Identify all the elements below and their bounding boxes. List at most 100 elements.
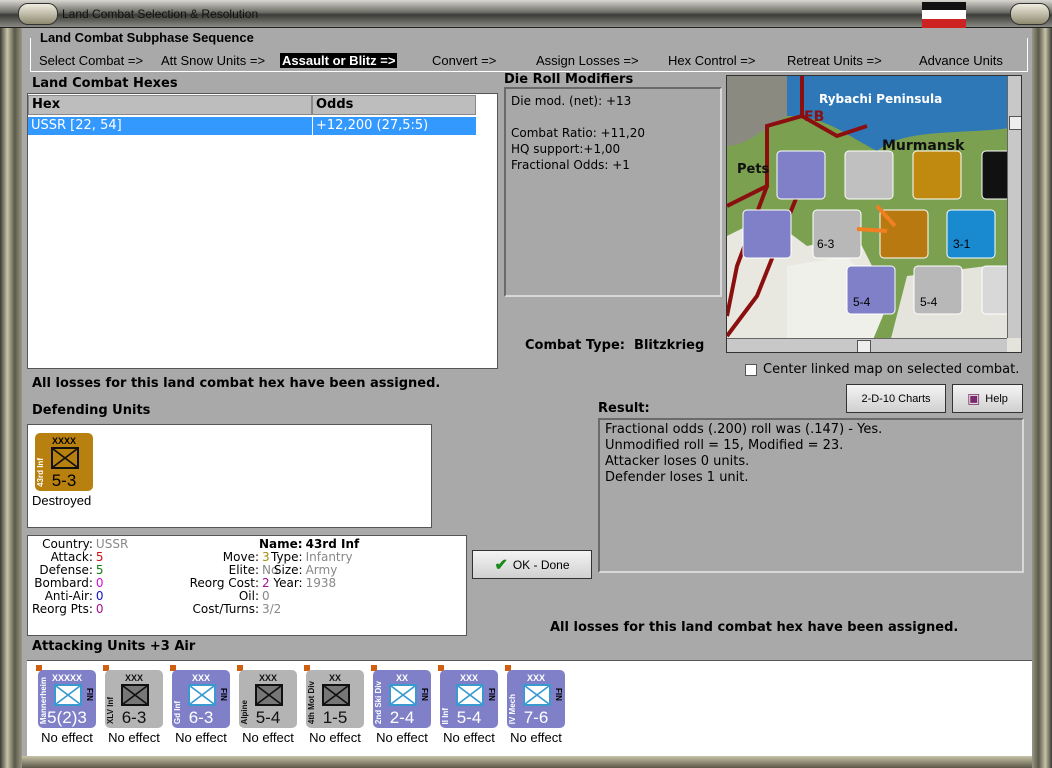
- hex-cell: USSR [22, 54]: [28, 117, 312, 135]
- unit-strength: 7-6: [523, 708, 549, 727]
- step-att-snow-units: Att Snow Units =>: [161, 53, 266, 68]
- window-frame-bottom: [22, 756, 1032, 768]
- die-roll-title: Die Roll Modifiers: [504, 72, 634, 87]
- unit-info-panel: Country: USSR Attack: 5 Defense: 5 Bombard:…: [27, 535, 467, 636]
- unit-type-symbol-icon: [121, 684, 149, 706]
- result-line: Defender loses 1 unit.: [605, 470, 749, 485]
- result-line: Attacker loses 0 units.: [605, 454, 750, 469]
- unit-type-symbol-icon: [255, 684, 283, 706]
- cost-turns-label: Cost/Turns:: [192, 602, 259, 616]
- attacking-unit-counter[interactable]: XXXXX Mannerheim FIN 5(2)3: [38, 670, 96, 728]
- ok-done-button[interactable]: ✔ OK - Done: [472, 550, 592, 579]
- subphase-title: Land Combat Subphase Sequence: [40, 30, 258, 45]
- unit-strength: 6-3: [188, 708, 214, 727]
- column-odds[interactable]: Odds: [312, 95, 476, 115]
- ok-done-label: OK - Done: [512, 557, 570, 572]
- charts-button[interactable]: 2-D-10 Charts: [846, 384, 946, 413]
- svg-text:5-4: 5-4: [853, 295, 871, 309]
- reorg-pts-label: Reorg Pts:: [32, 602, 93, 616]
- attacking-unit-counter[interactable]: XXX Alpine 5-4: [239, 670, 297, 728]
- window-close-button[interactable]: [1010, 3, 1050, 25]
- map-horizontal-scrollbar[interactable]: [727, 338, 1007, 352]
- unit-strength: 5(2)3: [47, 708, 87, 727]
- center-map-label: Center linked map on selected combat.: [763, 362, 1020, 377]
- unit-size: XXX: [459, 673, 478, 683]
- linked-map[interactable]: Rybachi Peninsula FB Murmansk Pets 6-3 3-…: [726, 75, 1022, 353]
- unit-size: XXX: [191, 673, 210, 683]
- unit-type-symbol-icon: [523, 684, 551, 706]
- reorg-pts-value: 0: [95, 602, 104, 616]
- defending-units-panel: XXXX 43rd Inf 5-3 Destroyed: [27, 424, 432, 528]
- combat-type: Combat Type: Blitzkrieg: [525, 338, 704, 353]
- odds-cell: +12,200 (27,5:5): [312, 117, 476, 135]
- defending-title: Defending Units: [32, 403, 151, 418]
- unit-result: No effect: [376, 730, 428, 745]
- step-retreat-units: Retreat Units =>: [787, 53, 882, 68]
- year-label: Year:: [273, 576, 303, 590]
- attacking-unit-counter[interactable]: XX 2nd Ski Div FIN 2-4: [373, 670, 431, 728]
- window-frame-right: [1032, 28, 1052, 768]
- map-horizontal-thumb[interactable]: [857, 340, 871, 352]
- step-hex-control: Hex Control =>: [668, 53, 756, 68]
- unit-type-symbol-icon: [456, 684, 484, 706]
- unit-type-symbol-icon: [389, 684, 417, 706]
- unit-strength: 5-3: [51, 471, 77, 490]
- attacking-unit-counter[interactable]: XXX IV Mech FIN 7-6: [507, 670, 565, 728]
- step-advance-units: Advance Units: [919, 53, 1003, 68]
- hexes-table: Hex Odds USSR [22, 54] +12,200 (27,5:5): [27, 93, 498, 369]
- unit-nation: FIN: [219, 688, 228, 701]
- infantry-symbol-icon: [51, 447, 79, 469]
- step-assault-or-blitz: Assault or Blitz =>: [280, 53, 398, 68]
- map-vertical-scrollbar[interactable]: [1007, 76, 1021, 338]
- svg-text:FB: FB: [804, 109, 824, 125]
- map-label-rybachi: Rybachi Peninsula: [819, 92, 942, 106]
- svg-text:5-4: 5-4: [920, 295, 938, 309]
- window-menu-button[interactable]: [18, 3, 58, 25]
- unit-nation: FIN: [420, 688, 429, 701]
- step-assign-losses: Assign Losses =>: [536, 53, 639, 68]
- combat-type-label: Combat Type:: [525, 338, 625, 353]
- map-vertical-thumb[interactable]: [1009, 116, 1021, 130]
- unit-result: No effect: [41, 730, 93, 745]
- unit-result: No effect: [309, 730, 361, 745]
- help-button-label: Help: [985, 392, 1008, 405]
- svg-text:3-1: 3-1: [953, 237, 971, 251]
- year-value: 1938: [305, 576, 337, 590]
- result-title: Result:: [598, 401, 650, 416]
- charts-button-label: 2-D-10 Charts: [861, 392, 931, 405]
- help-button[interactable]: ▣ Help: [952, 384, 1023, 413]
- hexes-title: Land Combat Hexes: [32, 76, 178, 91]
- unit-strength: 6-3: [121, 708, 147, 727]
- attacking-unit-counter[interactable]: XXX XLV Inf 6-3: [105, 670, 163, 728]
- attacking-unit-counter[interactable]: XXX II Inf FIN 5-4: [440, 670, 498, 728]
- unit-result: No effect: [443, 730, 495, 745]
- attacking-unit-counter[interactable]: XXX Gd Inf FIN 6-3: [172, 670, 230, 728]
- unit-size: XXX: [124, 673, 143, 683]
- column-hex[interactable]: Hex: [28, 95, 312, 115]
- result-panel: Fractional odds (.200) roll was (.147) -…: [598, 418, 1024, 573]
- die-roll-panel: Die mod. (net): +13 Combat Ratio: +11,20…: [504, 87, 722, 297]
- defending-unit-counter[interactable]: XXXX 43rd Inf 5-3: [35, 433, 93, 491]
- table-row[interactable]: USSR [22, 54] +12,200 (27,5:5): [28, 117, 476, 136]
- unit-size: XXX: [258, 673, 277, 683]
- unit-result: No effect: [175, 730, 227, 745]
- center-map-checkbox[interactable]: [745, 364, 757, 376]
- unit-nation: FIN: [554, 688, 563, 701]
- book-icon: ▣: [967, 390, 981, 406]
- window-frame-left: [0, 28, 22, 768]
- unit-strength: 2-4: [389, 708, 415, 727]
- die-roll-blank: [511, 109, 715, 125]
- attacking-title: Attacking Units +3 Air: [32, 639, 196, 654]
- german-flag-icon: [922, 2, 966, 28]
- unit-nation: FIN: [85, 688, 94, 701]
- attacking-unit-counter[interactable]: XX 4th Mot Div 1-5: [306, 670, 364, 728]
- attacking-units-panel: XXXXX Mannerheim FIN 5(2)3 No effect XXX…: [27, 660, 1032, 756]
- unit-result: No effect: [242, 730, 294, 745]
- losses-message-top: All losses for this land combat hex have…: [32, 376, 441, 391]
- map-terrain: Rybachi Peninsula FB Murmansk Pets 6-3 3-…: [727, 76, 1021, 352]
- unit-result: No effect: [510, 730, 562, 745]
- checkmark-icon: ✔: [494, 556, 508, 574]
- unit-type-symbol-icon: [54, 684, 82, 706]
- hq-support: HQ support:+1,00: [511, 142, 621, 156]
- unit-nation: FIN: [487, 688, 496, 701]
